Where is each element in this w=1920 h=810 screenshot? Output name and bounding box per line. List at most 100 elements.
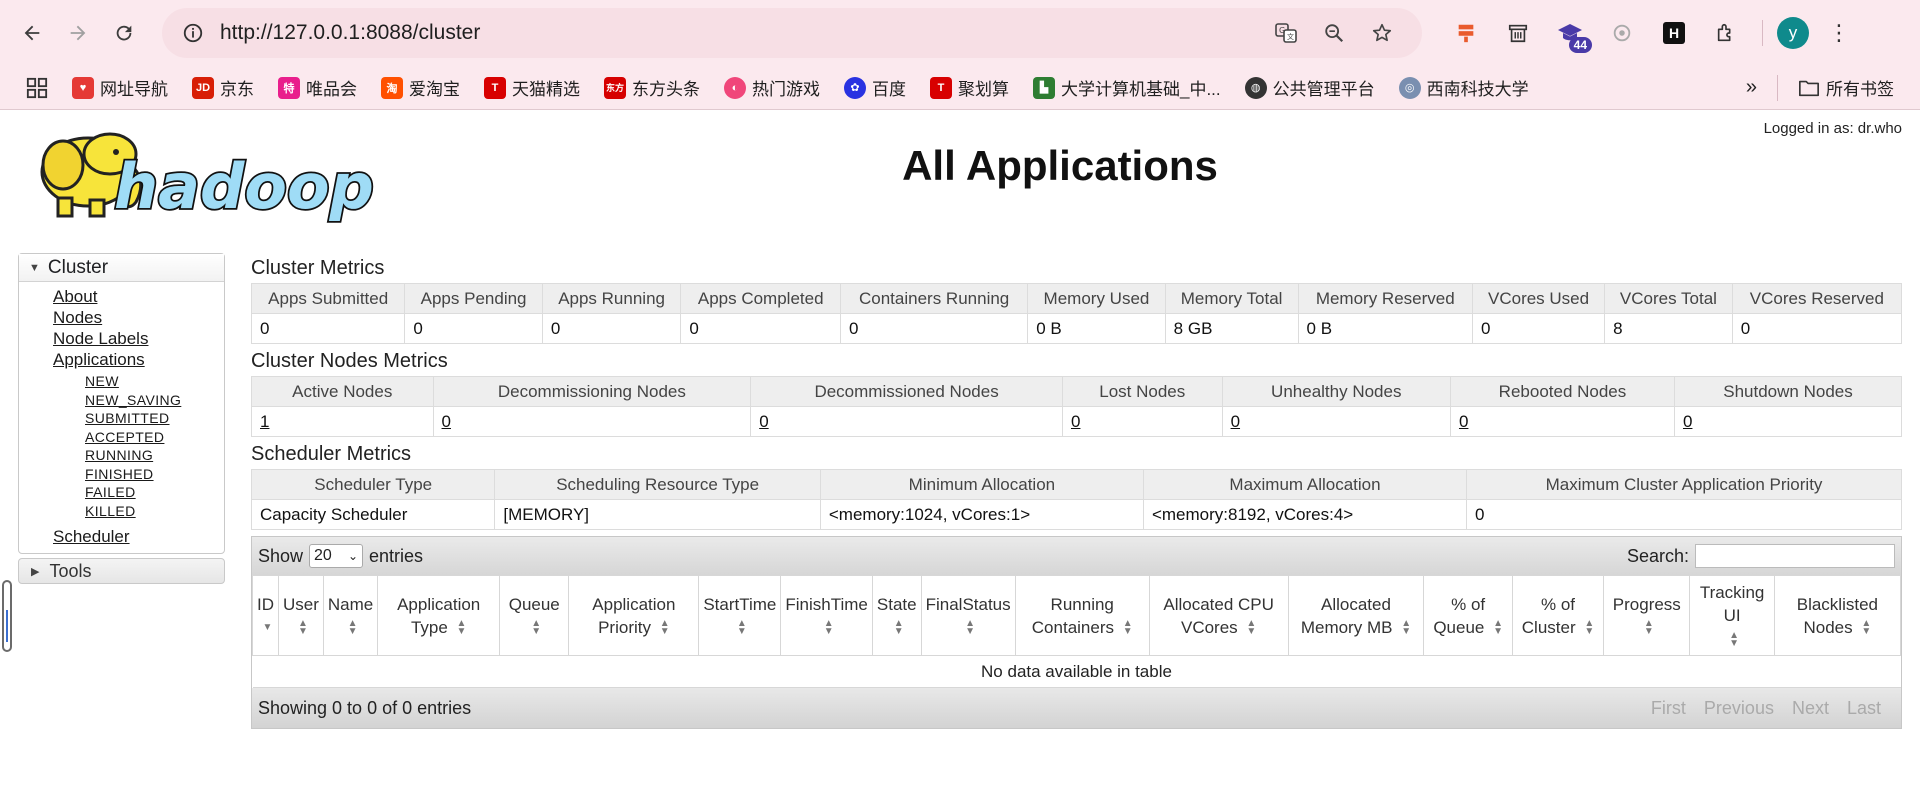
app-state-finished[interactable]: FINISHED	[85, 465, 224, 484]
bookmarks-divider	[1777, 74, 1778, 101]
bookmarks-overflow-button[interactable]: »	[1736, 72, 1767, 103]
column-header-percent-cluster[interactable]: % of Cluster ▲ ▼	[1511, 575, 1605, 656]
site-info-icon[interactable]	[178, 18, 208, 48]
toolbar-divider	[1762, 20, 1763, 46]
bookmark-item[interactable]: ▙ 大学计算机基础_中...	[1023, 71, 1231, 104]
page-size-select[interactable]: 20 ⌄	[309, 544, 364, 568]
extension-openai-icon[interactable]	[1600, 13, 1644, 53]
bookmark-item[interactable]: 特唯品会	[268, 71, 367, 104]
app-state-failed[interactable]: FAILED	[85, 483, 224, 502]
lost-nodes-link[interactable]: 0	[1071, 412, 1080, 431]
column-header-state[interactable]: State ▲ ▼	[871, 575, 922, 656]
scheduler-metrics-title: Scheduler Metrics	[251, 443, 412, 465]
bookmark-label: 唯品会	[306, 80, 357, 99]
all-bookmarks-button[interactable]: 所有书签	[1788, 71, 1904, 104]
column-header-finish-time[interactable]: FinishTime ▲ ▼	[780, 575, 873, 656]
nodes-metrics-title: Cluster Nodes Metrics	[251, 350, 448, 372]
sidebar-link-nodes[interactable]: Nodes	[53, 307, 224, 328]
table-footer: Showing 0 to 0 of 0 entries First Previo…	[252, 688, 1901, 728]
extension-archive-icon[interactable]	[1496, 13, 1540, 53]
column-header-allocated-cpu[interactable]: Allocated CPU VCores ▲ ▼	[1148, 575, 1289, 656]
apps-grid-button[interactable]	[16, 73, 58, 103]
sort-icon: ▲ ▼	[659, 618, 670, 638]
extension-toolbox-icon[interactable]	[1444, 13, 1488, 53]
column-header-start-time[interactable]: StartTime ▲ ▼	[698, 575, 782, 656]
column-header-user[interactable]: User ▲ ▼	[278, 575, 324, 656]
column-header: VCores Reserved	[1731, 283, 1903, 314]
cluster-metrics-title: Cluster Metrics	[251, 257, 385, 279]
app-state-new-saving[interactable]: NEW_SAVING	[85, 391, 224, 410]
column-header-application-type[interactable]: Application Type ▲ ▼	[377, 575, 501, 656]
pager-first-button[interactable]: First	[1651, 698, 1686, 719]
column-header-percent-queue[interactable]: % of Queue ▲ ▼	[1423, 575, 1513, 656]
sort-icon: ▲ ▼	[1493, 618, 1503, 638]
app-state-killed[interactable]: KILLED	[85, 502, 224, 521]
app-state-new[interactable]: NEW	[85, 372, 224, 391]
reload-button[interactable]	[104, 13, 144, 53]
column-header: VCores Total	[1604, 283, 1733, 314]
sidebar: ▼ Cluster About Nodes Node Labels Applic…	[18, 253, 225, 584]
bookmark-item[interactable]: 东方 东方头条	[594, 71, 710, 104]
extension-h-icon[interactable]: H	[1652, 13, 1696, 53]
cluster-metrics-table: Apps Submitted Apps Pending Apps Running…	[250, 283, 1903, 344]
address-bar[interactable]: http://127.0.0.1:8088/cluster G文	[162, 8, 1422, 58]
sidebar-link-scheduler[interactable]: Scheduler	[53, 526, 224, 547]
forward-button[interactable]	[58, 13, 98, 53]
column-header-allocated-memory[interactable]: Allocated Memory MB ▲ ▼	[1287, 575, 1425, 656]
star-bookmark-icon[interactable]	[1358, 13, 1406, 53]
tools-nav-header[interactable]: ▶ Tools	[18, 558, 225, 584]
sidebar-link-about[interactable]: About	[53, 286, 224, 307]
cluster-nav-header[interactable]: ▼ Cluster	[19, 254, 224, 282]
app-state-running[interactable]: RUNNING	[85, 446, 224, 465]
column-header-tracking-ui[interactable]: Tracking UI ▲ ▼	[1689, 575, 1775, 656]
bookmark-item[interactable]: ◐ 热门游戏	[714, 71, 830, 104]
column-header-id[interactable]: ID ▼	[252, 575, 279, 656]
profile-avatar[interactable]: y	[1777, 17, 1809, 49]
bookmark-item[interactable]: T 聚划算	[920, 71, 1019, 104]
extensions-puzzle-icon[interactable]	[1704, 13, 1748, 53]
column-header-application-priority[interactable]: Application Priority ▲ ▼	[568, 575, 700, 656]
sidebar-link-applications[interactable]: Applications	[53, 349, 224, 370]
pager-next-button[interactable]: Next	[1792, 698, 1829, 719]
rebooted-nodes-link[interactable]: 0	[1459, 412, 1468, 431]
decommissioned-nodes-link[interactable]: 0	[759, 412, 768, 431]
zoom-icon[interactable]	[1310, 13, 1358, 53]
globe-icon: ◍	[1244, 76, 1267, 99]
bookmark-item[interactable]: ♥ 网址导航	[62, 71, 178, 104]
column-header-name[interactable]: Name ▲ ▼	[322, 575, 379, 656]
unhealthy-nodes-link[interactable]: 0	[1231, 412, 1240, 431]
column-header-progress[interactable]: Progress ▲ ▼	[1603, 575, 1691, 656]
pager-last-button[interactable]: Last	[1847, 698, 1881, 719]
sidebar-link-node-labels[interactable]: Node Labels	[53, 328, 224, 349]
back-button[interactable]	[12, 13, 52, 53]
extension-graduation-icon[interactable]: 44	[1548, 13, 1592, 53]
more-menu-icon[interactable]: ⋮	[1817, 13, 1861, 53]
column-header-running-containers[interactable]: Running Containers ▲ ▼	[1014, 575, 1150, 656]
bookmark-label: 大学计算机基础_中...	[1061, 80, 1221, 99]
sort-icon: ▲ ▼	[1729, 629, 1740, 649]
column-header: Unhealthy Nodes	[1221, 376, 1451, 407]
app-state-submitted[interactable]: SUBMITTED	[85, 409, 224, 428]
column-header-final-status[interactable]: FinalStatus ▲ ▼	[920, 575, 1016, 656]
app-state-accepted[interactable]: ACCEPTED	[85, 428, 224, 447]
active-nodes-link[interactable]: 1	[260, 412, 269, 431]
shutdown-nodes-link[interactable]: 0	[1683, 412, 1692, 431]
translate-icon[interactable]: G文	[1262, 13, 1310, 53]
column-header: Shutdown Nodes	[1673, 376, 1903, 407]
column-header-blacklisted-nodes[interactable]: Blacklisted Nodes ▲ ▼	[1773, 575, 1902, 656]
url-text[interactable]: http://127.0.0.1:8088/cluster	[220, 21, 1262, 45]
sort-icon: ▲ ▼	[1584, 618, 1595, 638]
column-header-queue[interactable]: Queue ▲ ▼	[499, 575, 570, 656]
bookmark-item[interactable]: ◎ 西南科技大学	[1389, 71, 1539, 104]
page-content: hadoop All Applications Logged in as: dr…	[0, 110, 1920, 810]
decommissioning-nodes-link[interactable]: 0	[442, 412, 451, 431]
bookmark-item[interactable]: JD 京东	[182, 71, 264, 104]
scroll-indicator[interactable]	[2, 580, 12, 652]
bookmark-item[interactable]: ◍ 公共管理平台	[1235, 71, 1385, 104]
bookmark-item[interactable]: T 天猫精选	[474, 71, 590, 104]
bookmark-item[interactable]: ✿ 百度	[834, 71, 916, 104]
bookmark-item[interactable]: 淘爱淘宝	[371, 71, 470, 104]
pager-previous-button[interactable]: Previous	[1704, 698, 1774, 719]
sort-icon: ▲ ▼	[531, 618, 542, 638]
search-input[interactable]	[1695, 544, 1895, 568]
